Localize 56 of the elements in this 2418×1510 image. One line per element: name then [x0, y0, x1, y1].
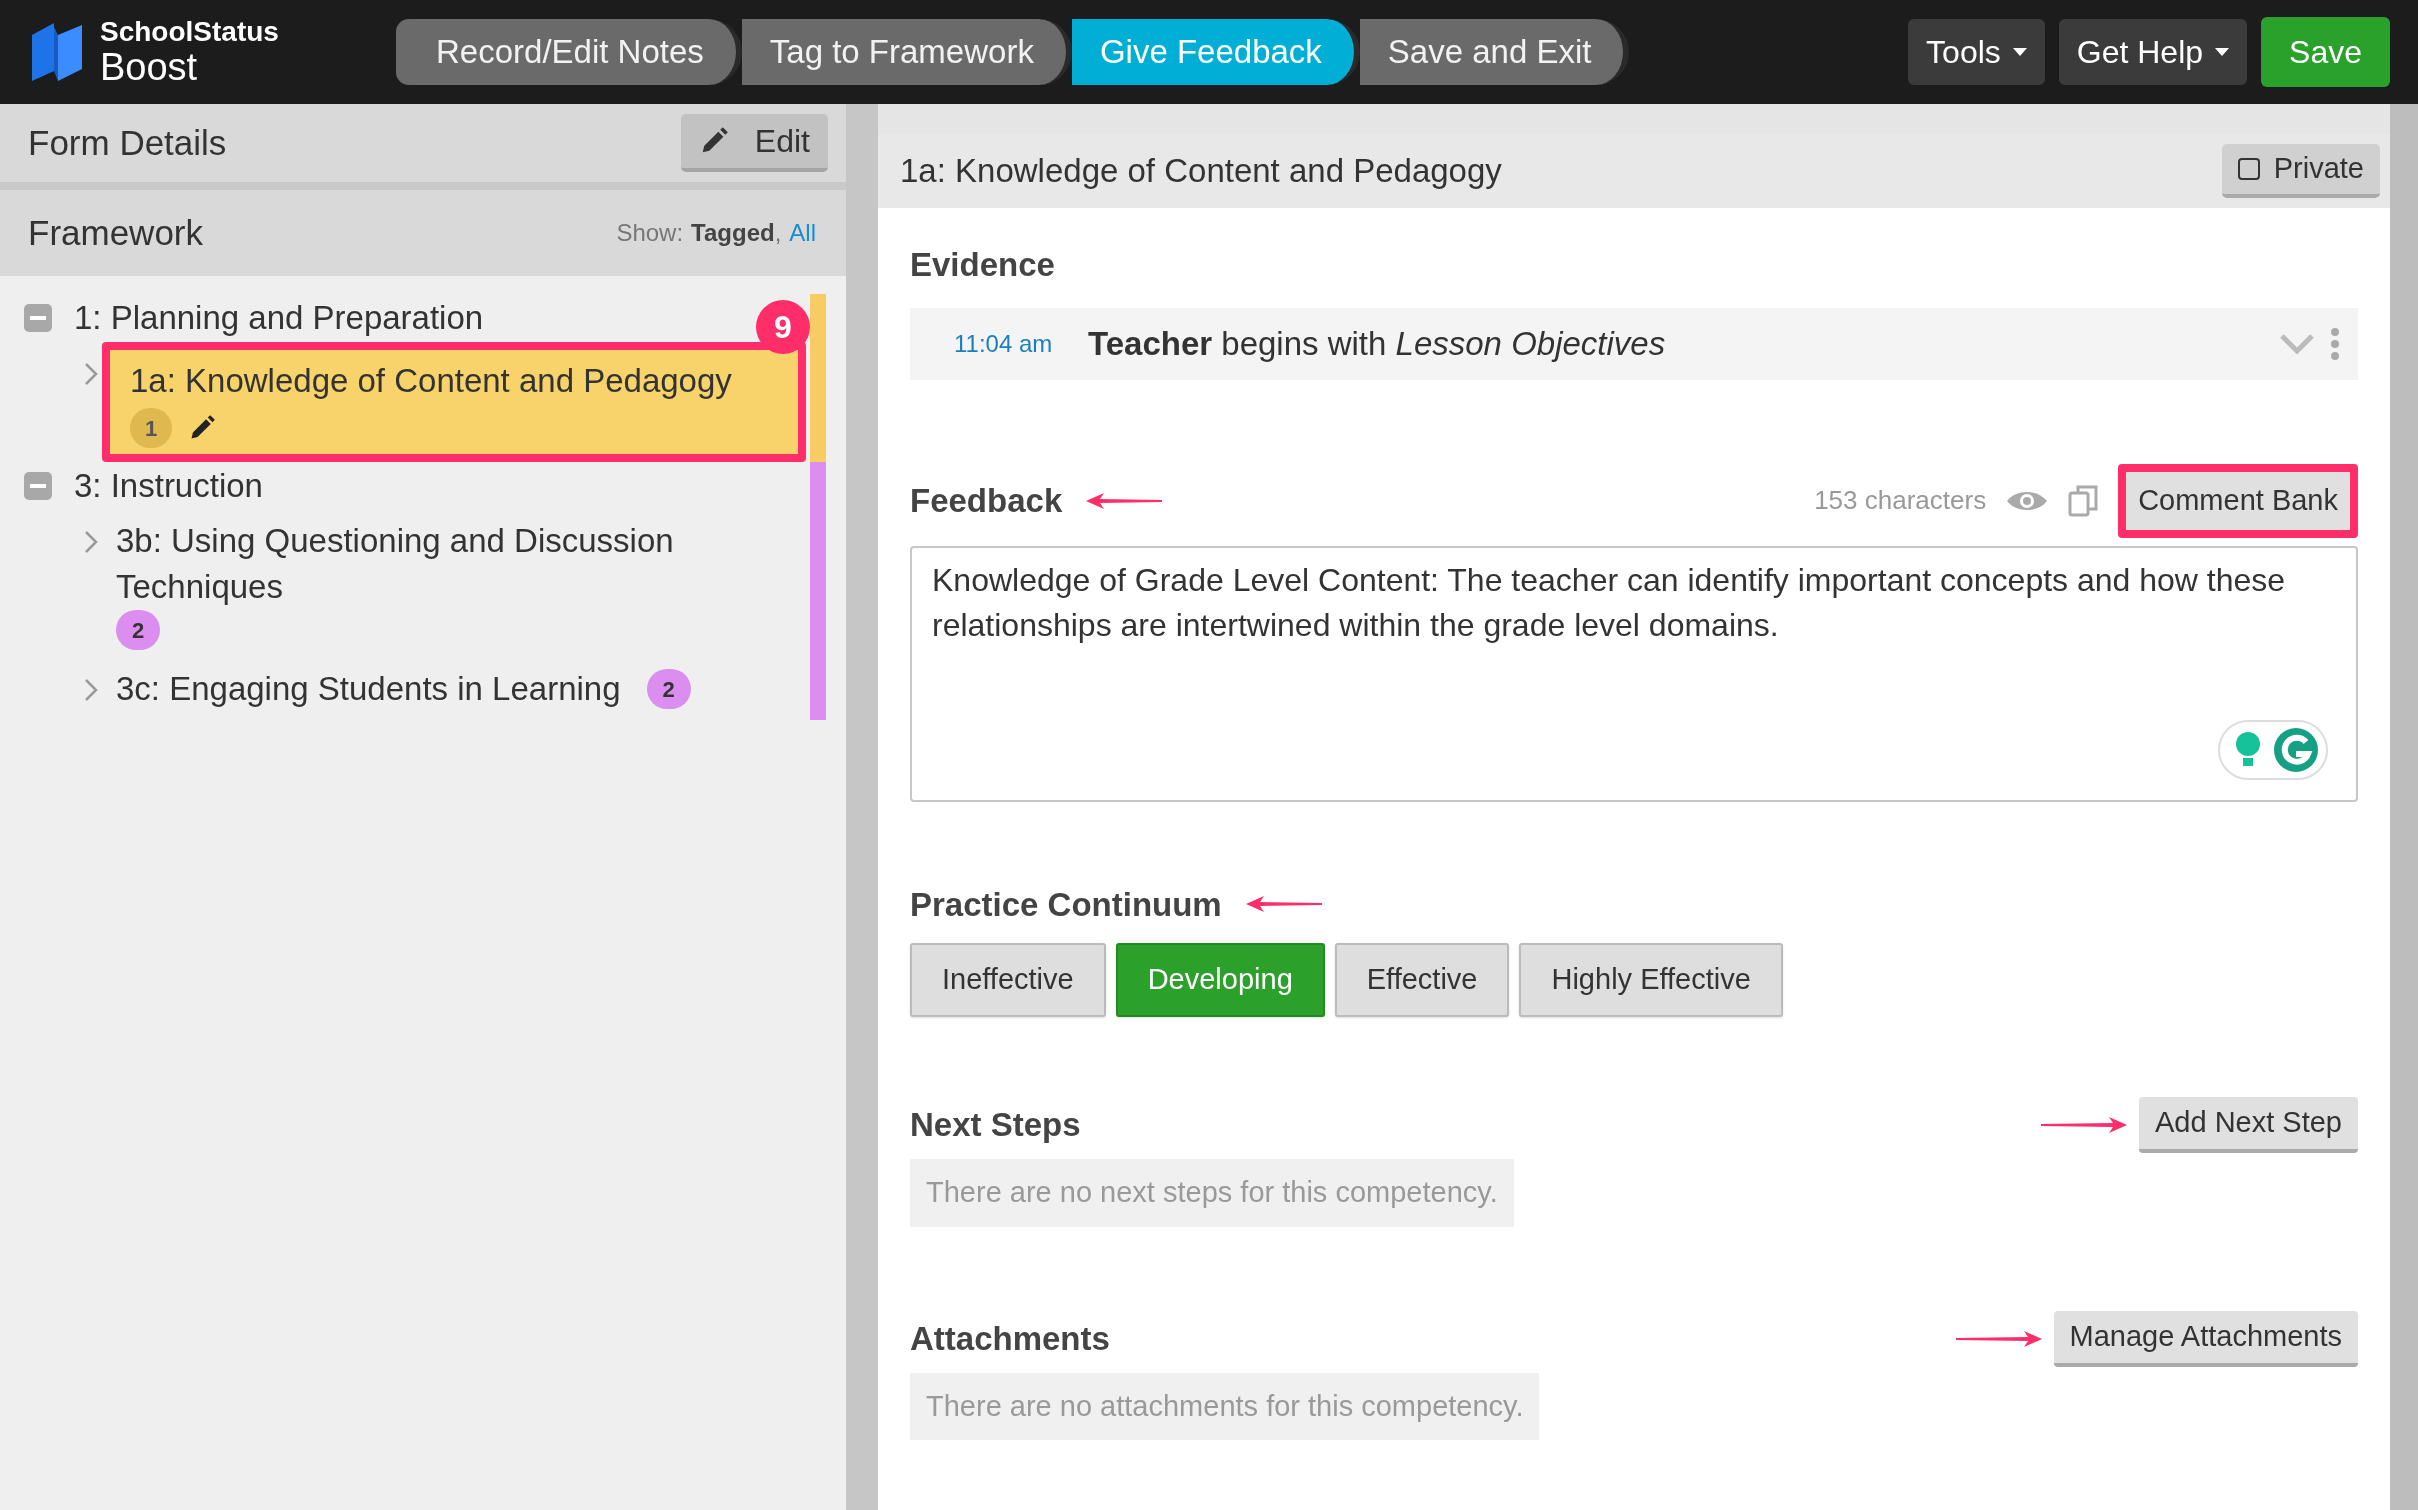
chevron-right-icon[interactable]	[84, 530, 98, 554]
copy-icon[interactable]	[2068, 484, 2099, 517]
step-tab[interactable]: Tag to Framework	[741, 19, 1072, 85]
chevron-right-icon[interactable]	[84, 362, 98, 386]
add-next-step-button[interactable]: Add Next Step	[2139, 1097, 2358, 1153]
scrollbar[interactable]	[2390, 104, 2418, 1510]
competency-label: 3c: Engaging Students in Learning	[116, 669, 621, 709]
feedback-field[interactable]: Knowledge of Grade Level Content: The teacher can identify important concepts and how these relationships are intertwined within the grade level domains.	[910, 545, 2358, 802]
empty-message: There are no next steps for this competency.	[910, 1159, 1514, 1227]
count-badge: 1	[130, 408, 172, 448]
chevron-down-icon[interactable]	[2280, 333, 2314, 354]
menu-button[interactable]: Get Help	[2058, 19, 2248, 85]
filter-link[interactable]: Tagged	[691, 215, 775, 251]
section-heading: Practice Continuum	[910, 884, 1222, 925]
category-label[interactable]: 1: Planning and Preparation	[74, 293, 484, 343]
caret-icon	[2215, 48, 2230, 56]
show-label: Show:	[616, 218, 684, 248]
menu-button[interactable]: Tools	[1908, 19, 2045, 85]
panel-title: Form Details	[28, 121, 227, 164]
rating-button[interactable]: Highly Effective	[1519, 943, 1783, 1017]
section-heading: Attachments	[910, 1318, 1110, 1359]
rating-button[interactable]: Ineffective	[910, 943, 1106, 1017]
private-toggle[interactable]: Private	[2221, 144, 2380, 198]
collapse-icon[interactable]	[24, 472, 52, 500]
empty-message: There are no attachments for this competency.	[910, 1372, 1540, 1440]
comment-bank-button[interactable]: Comment Bank	[2118, 463, 2358, 538]
chevron-right-icon[interactable]	[84, 678, 98, 702]
count-badge: 2	[646, 669, 691, 709]
section-heading: Next Steps	[910, 1105, 1081, 1146]
competency-label: 3b: Using Questioning and Discussion Techniques	[116, 521, 675, 607]
step-tab[interactable]: Save and Exit	[1359, 19, 1630, 85]
brand-name: SchoolStatus	[100, 18, 279, 46]
rating-button[interactable]: Effective	[1334, 943, 1510, 1017]
card-title: 1a: Knowledge of Content and Pedagogy	[900, 151, 1502, 192]
separator-text: ,	[774, 218, 782, 248]
competency-label: 1a: Knowledge of Content and Pedagogy	[130, 361, 732, 401]
evidence-text: Teacher begins with Lesson Objectives	[1088, 323, 1667, 364]
count-badge: 2	[116, 610, 160, 650]
timestamp: 11:04 am	[954, 328, 1054, 359]
collapse-icon[interactable]	[24, 304, 52, 332]
competency-item[interactable]: 3c: Engaging Students in Learning 2	[98, 658, 810, 720]
manage-attachments-button[interactable]: Manage Attachments	[2053, 1310, 2358, 1367]
caret-icon	[2012, 48, 2027, 56]
competency-item[interactable]: 3b: Using Questioning and Discussion Techniques 2	[98, 510, 810, 658]
step-number-badge: 9	[756, 300, 810, 354]
edit-button[interactable]: Edit	[680, 114, 828, 172]
competency-item[interactable]: 1a: Knowledge of Content and Pedagogy 1	[102, 342, 806, 462]
product-name: Boost	[100, 48, 199, 86]
section-heading: Feedback	[910, 480, 1063, 521]
section-heading: Evidence	[910, 245, 1055, 285]
category-label[interactable]: 3: Instruction	[74, 461, 263, 511]
more-vertical-icon[interactable]	[2330, 326, 2340, 361]
evidence-row[interactable]: 11:04 am Teacher begins with Lesson Objectives	[910, 307, 2358, 380]
step-tab[interactable]: Record/Edit Notes	[396, 19, 742, 85]
panel-title: Framework	[28, 211, 204, 254]
character-count: 153 characters	[1814, 484, 1987, 517]
